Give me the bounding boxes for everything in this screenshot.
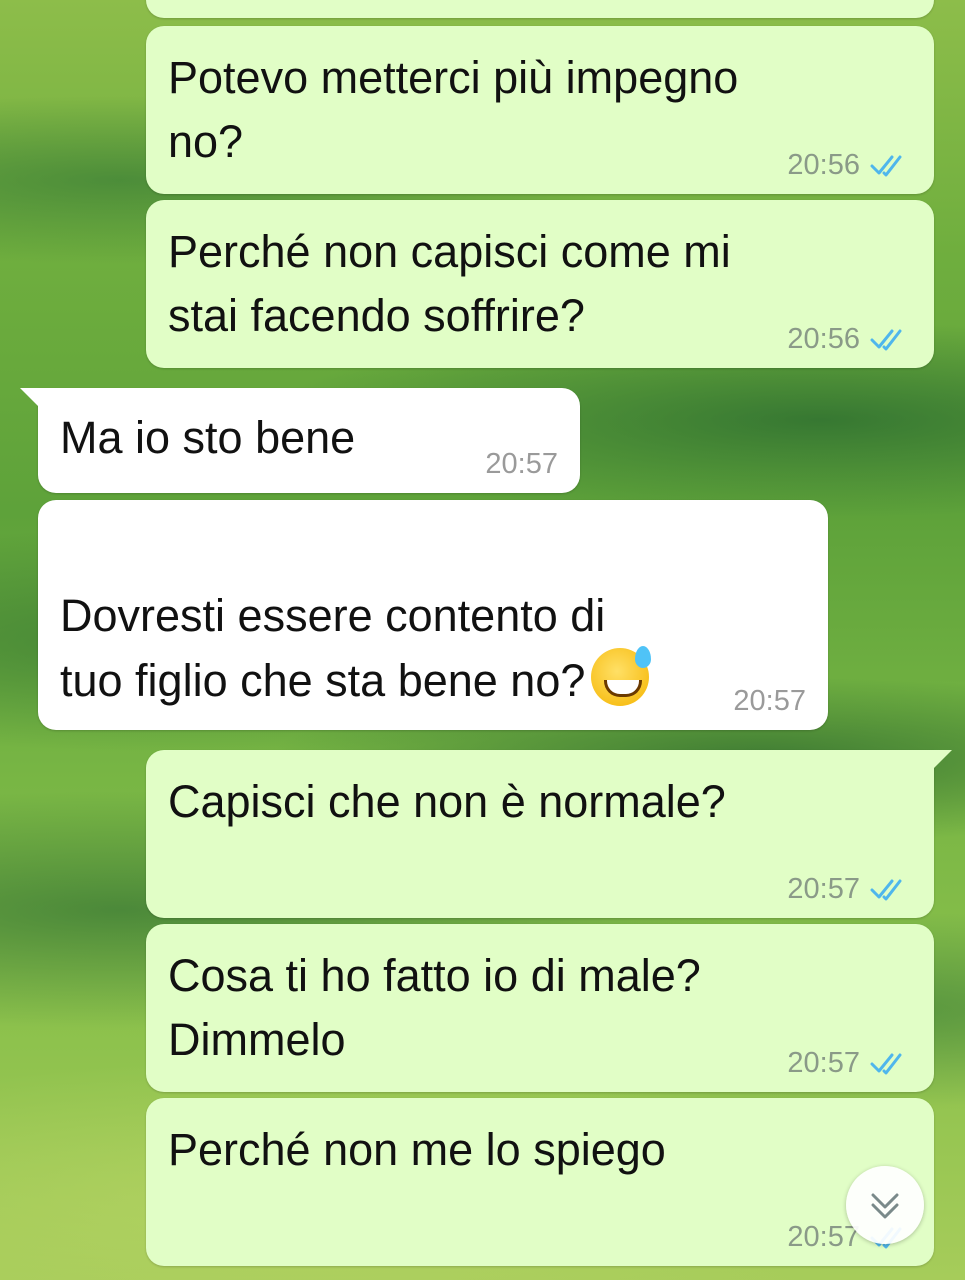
message-meta: 20:57	[787, 1046, 912, 1079]
message-time: 20:56	[787, 148, 860, 181]
bubble-tail	[20, 388, 46, 414]
double-check-icon	[870, 329, 902, 351]
message-time: 20:57	[787, 1220, 860, 1253]
scroll-to-bottom-button[interactable]	[846, 1166, 924, 1244]
message-bubble-outgoing[interactable]: Cosa ti ho fatto io di male? Dimmelo 20:…	[146, 924, 934, 1092]
message-bubble-outgoing[interactable]: Capisci che non è normale? 20:57	[146, 750, 952, 918]
message-text-container: Dovresti essere contento di tuo figlio c…	[60, 520, 806, 713]
message-bubble-partial[interactable]	[146, 0, 934, 18]
message-time: 20:57	[485, 447, 558, 480]
message-text: Dovresti essere contento di tuo figlio c…	[60, 590, 606, 706]
message-meta: 20:56	[787, 148, 912, 181]
message-bubble-outgoing[interactable]: Potevo metterci più impegno no? 20:56	[146, 26, 934, 194]
double-check-icon	[870, 879, 902, 901]
double-check-icon	[870, 155, 902, 177]
message-bubble-incoming[interactable]: Ma io sto bene 20:57	[20, 388, 580, 493]
message-text: Ma io sto bene	[60, 412, 356, 463]
message-text: Capisci che non è normale?	[168, 776, 726, 827]
message-meta: 20:57	[733, 684, 806, 717]
message-text: Perché non me lo spiego	[168, 1124, 666, 1175]
message-meta: 20:57	[787, 872, 912, 905]
message-meta: 20:56	[787, 322, 912, 355]
message-bubble-outgoing[interactable]: Perché non me lo spiego 20:57	[146, 1098, 934, 1266]
message-bubble-incoming[interactable]: Dovresti essere contento di tuo figlio c…	[38, 500, 828, 730]
message-meta: 20:57	[485, 447, 558, 480]
message-bubble-outgoing[interactable]: Perché non capisci come mi stai facendo …	[146, 200, 934, 368]
message-time: 20:57	[787, 872, 860, 905]
chevron-down-icon	[871, 1193, 899, 1219]
bubble-tail	[926, 750, 952, 776]
message-time: 20:56	[787, 322, 860, 355]
double-check-icon	[870, 1053, 902, 1075]
message-time: 20:57	[787, 1046, 860, 1079]
grinning-face-with-sweat-icon	[591, 646, 652, 706]
message-time: 20:57	[733, 684, 806, 717]
